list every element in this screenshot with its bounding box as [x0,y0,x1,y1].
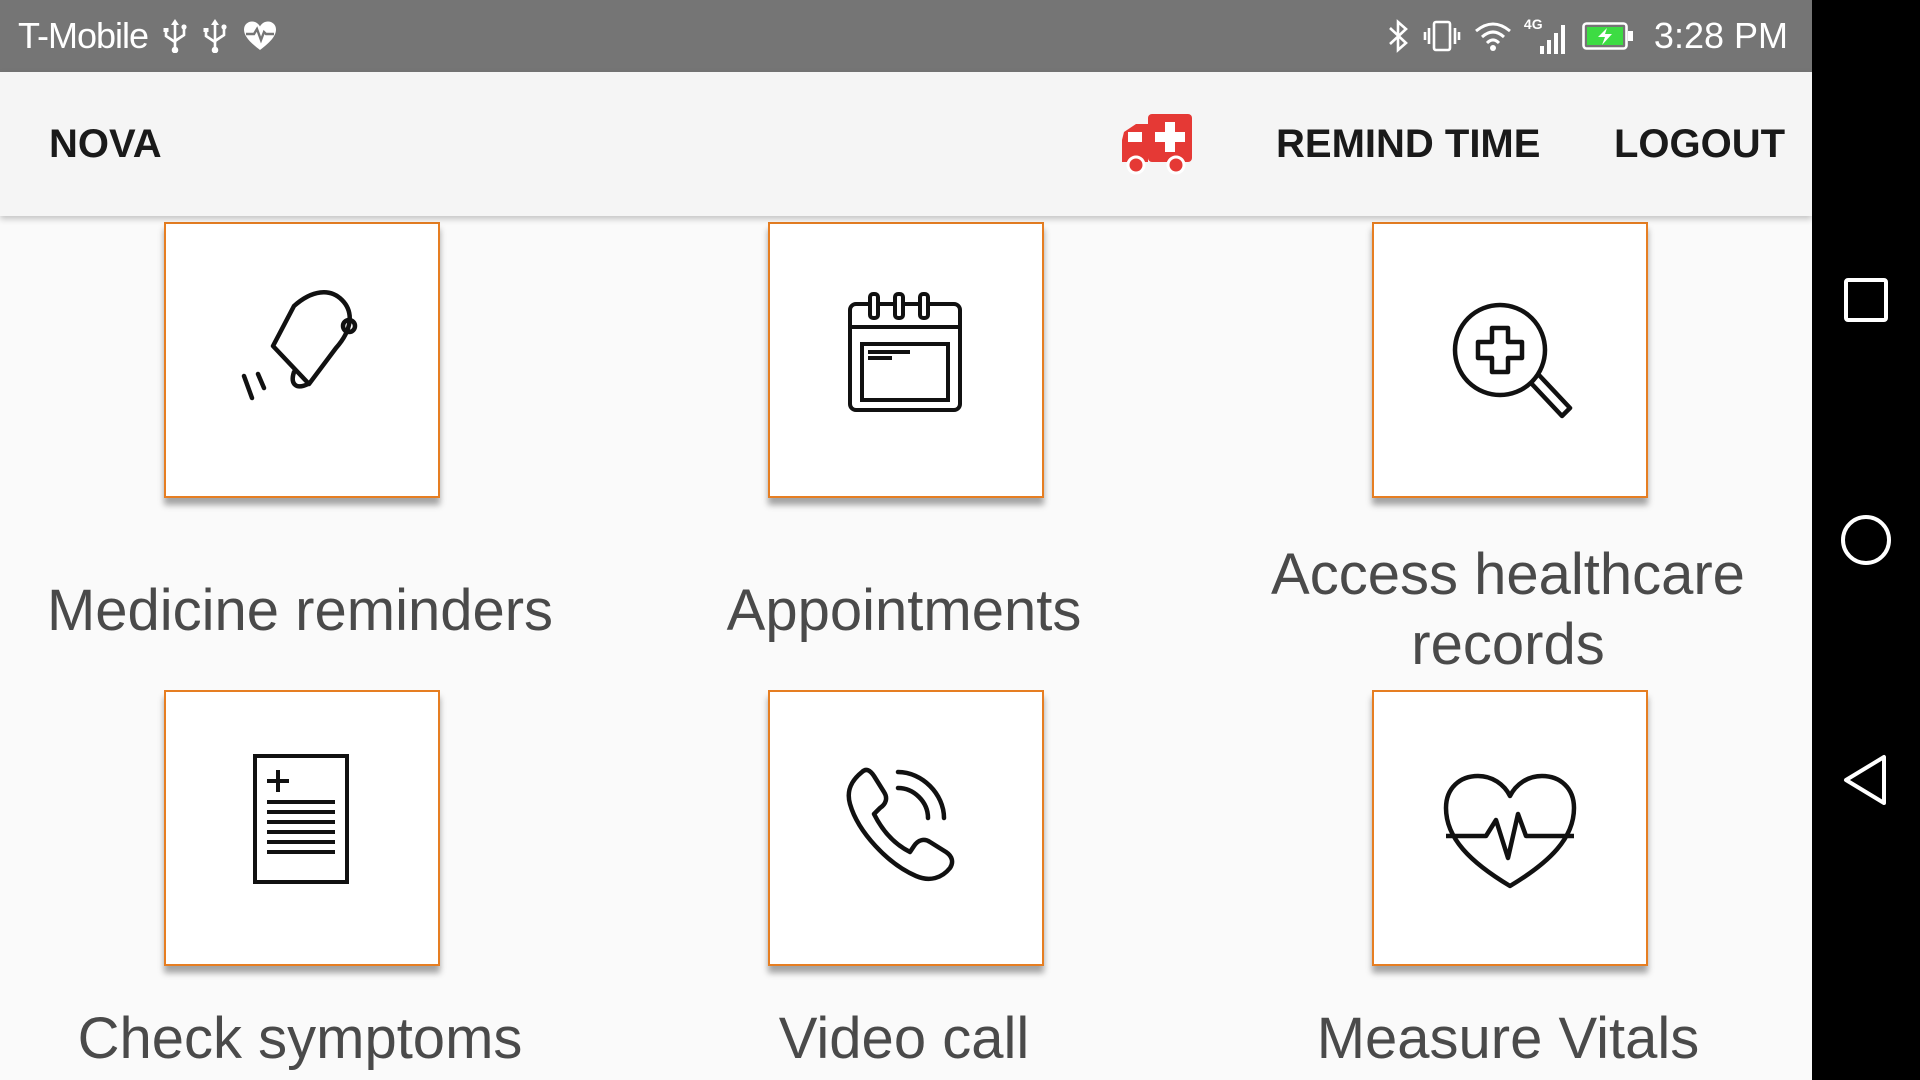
access-healthcare-records-tile[interactable] [1372,222,1648,498]
tile-label-line: Access healthcare [1271,542,1745,607]
carrier-name: T-Mobile [18,15,149,56]
medicine-reminders-tile[interactable] [164,222,440,498]
tile-label: Check symptoms [77,1006,523,1071]
battery-charging-icon [1582,22,1634,50]
heartbeat-icon [1443,773,1577,889]
back-triangle-icon[interactable] [1836,750,1896,810]
logout-button[interactable]: LOGOUT [1614,72,1785,216]
app-title: NOVA [49,122,162,166]
dashboard-grid: Medicine reminders Appointments Access h… [0,216,1812,1080]
app-bar: NOVA REMIND TIME LOGOUT [0,72,1812,216]
clock: 3:28 PM [1653,15,1788,56]
ambulance-icon[interactable] [1118,110,1196,178]
home-circle-icon[interactable] [1836,510,1896,570]
tile-label-line: records [1411,612,1605,677]
check-symptoms-tile[interactable] [164,690,440,966]
tile-label: Video call [778,1006,1030,1071]
tile-label-multiline: Access healthcare records [1208,540,1808,680]
remind-time-button[interactable]: REMIND TIME [1276,72,1540,216]
calendar-icon [848,292,962,412]
video-call-tile[interactable] [768,690,1044,966]
wifi-icon [1474,20,1512,52]
medical-document-icon [253,754,349,884]
recents-square-icon[interactable] [1836,270,1896,330]
status-right: 4G 3:28 PM [1388,0,1788,72]
usb-icon [202,19,228,53]
heart-monitor-icon [242,20,278,52]
tile-label: Appointments [726,578,1082,643]
measure-vitals-tile[interactable] [1372,690,1648,966]
tile-label: Medicine reminders [46,578,554,643]
appointments-tile[interactable] [768,222,1044,498]
usb-icon [162,19,188,53]
phone-icon [846,767,955,881]
bluetooth-icon [1388,19,1410,53]
signal-icon: 4G [1524,16,1570,56]
network-type: 4G [1523,16,1543,32]
status-bar: T-Mobile 4G 3:28 PM [0,0,1812,72]
medical-search-icon [1452,302,1573,419]
tile-label: Measure Vitals [1316,1006,1700,1071]
bell-icon [241,290,358,401]
navigation-bar [1812,0,1920,1080]
status-left: T-Mobile [18,0,278,72]
vibrate-icon [1422,19,1462,53]
